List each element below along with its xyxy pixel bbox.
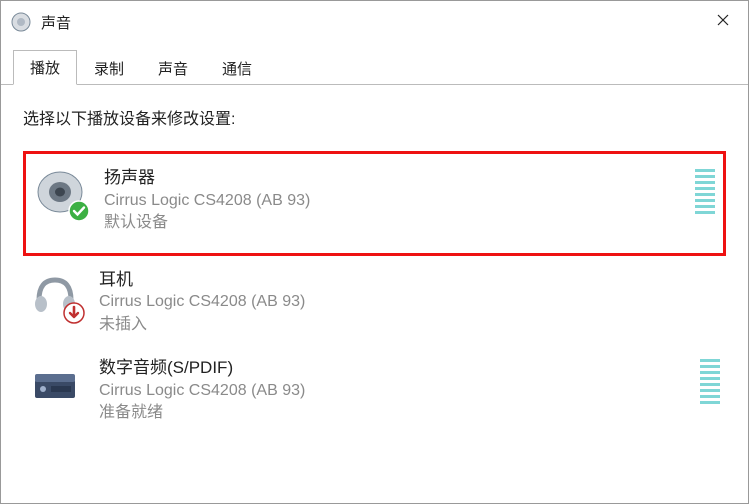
device-name: 扬声器 — [104, 166, 685, 190]
titlebar: 声音 — [1, 1, 748, 43]
speaker-icon — [34, 166, 86, 218]
device-driver: Cirrus Logic CS4208 (AB 93) — [99, 291, 720, 313]
device-driver: Cirrus Logic CS4208 (AB 93) — [104, 190, 685, 212]
highlight-box: 扬声器 Cirrus Logic CS4208 (AB 93) 默认设备 — [23, 151, 726, 256]
level-meter — [695, 169, 715, 214]
tab-communications[interactable]: 通信 — [205, 51, 269, 85]
device-name: 耳机 — [99, 268, 720, 292]
level-meter — [700, 359, 720, 404]
device-row-headphones[interactable]: 耳机 Cirrus Logic CS4208 (AB 93) 未插入 — [23, 260, 726, 349]
tab-content: 选择以下播放设备来修改设置: — [1, 85, 748, 503]
device-status: 未插入 — [99, 314, 720, 336]
tab-sounds[interactable]: 声音 — [141, 51, 205, 85]
spdif-icon — [29, 356, 81, 408]
device-text: 耳机 Cirrus Logic CS4208 (AB 93) 未插入 — [99, 268, 720, 337]
tab-recording[interactable]: 录制 — [77, 51, 141, 85]
headphones-icon — [29, 268, 81, 320]
device-text: 扬声器 Cirrus Logic CS4208 (AB 93) 默认设备 — [104, 166, 685, 235]
device-status: 准备就绪 — [99, 402, 690, 424]
device-name: 数字音频(S/PDIF) — [99, 356, 690, 380]
tab-playback[interactable]: 播放 — [13, 50, 77, 85]
device-driver: Cirrus Logic CS4208 (AB 93) — [99, 380, 690, 402]
close-button[interactable] — [698, 1, 748, 39]
device-text: 数字音频(S/PDIF) Cirrus Logic CS4208 (AB 93)… — [99, 356, 690, 425]
check-badge-icon — [68, 200, 90, 222]
device-list: 扬声器 Cirrus Logic CS4208 (AB 93) 默认设备 — [23, 151, 726, 437]
sound-window-icon — [9, 10, 33, 34]
device-row-spdif[interactable]: 数字音频(S/PDIF) Cirrus Logic CS4208 (AB 93)… — [23, 348, 726, 437]
window-title: 声音 — [41, 12, 71, 33]
device-status: 默认设备 — [104, 212, 685, 234]
unplugged-badge-icon — [63, 302, 85, 324]
tab-strip: 播放 录制 声音 通信 — [1, 43, 748, 85]
sound-settings-window: 声音 播放 录制 声音 通信 选择以下播放设备来修改设置: — [0, 0, 749, 504]
device-row-speakers[interactable]: 扬声器 Cirrus Logic CS4208 (AB 93) 默认设备 — [28, 158, 721, 247]
instruction-text: 选择以下播放设备来修改设置: — [23, 105, 726, 129]
